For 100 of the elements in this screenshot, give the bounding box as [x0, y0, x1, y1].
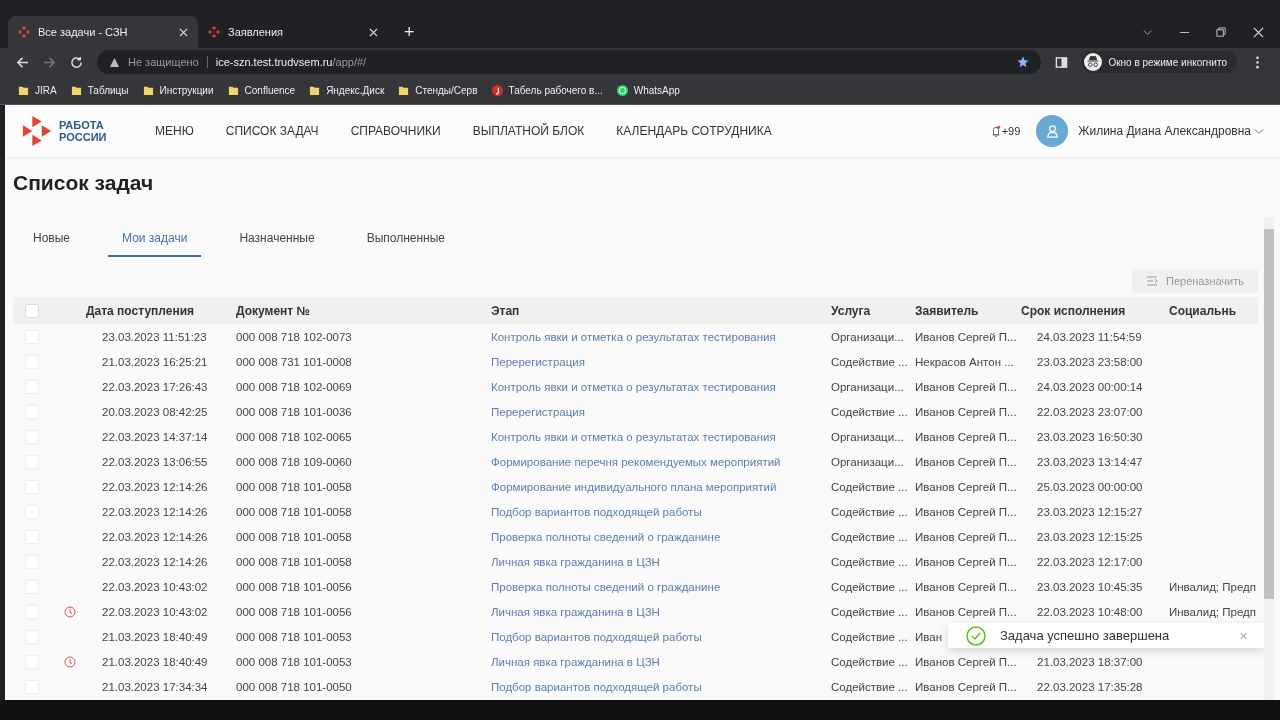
table-cell: Организаци...: [831, 430, 904, 443]
tab[interactable]: Новые: [19, 225, 84, 257]
user-menu[interactable]: Жилина Диана Александровна: [1078, 124, 1251, 138]
incognito-icon: [1084, 53, 1103, 71]
column-header[interactable]: Услуга: [831, 303, 915, 318]
stage-link[interactable]: Контроль явки и отметка о результатах тестирования: [491, 430, 776, 443]
column-header[interactable]: Документ №: [236, 303, 491, 318]
favicon-icon: [208, 26, 220, 38]
menu-item[interactable]: СПРАВОЧНИКИ: [350, 124, 441, 138]
table-cell: Иванов Сергей П...: [915, 580, 1017, 593]
stage-link[interactable]: Перерегистрация: [491, 355, 585, 368]
column-header[interactable]: Социальнь: [1169, 303, 1258, 318]
table-cell: 000 008 718 101-0058: [236, 555, 352, 568]
table-cell-text: 23.03.2023 11:51:23: [101, 330, 207, 343]
folder-icon: [398, 84, 410, 96]
stage-link[interactable]: Личная явка гражданина в ЦЗН: [491, 605, 660, 618]
stage-link[interactable]: Перерегистрация: [491, 405, 585, 418]
table-cell: Организаци...: [831, 380, 904, 393]
checkbox[interactable]: [25, 303, 39, 318]
menu-item[interactable]: ВЫПЛАТНОЙ БЛОК: [472, 124, 585, 138]
menu-item[interactable]: КАЛЕНДАРЬ СОТРУДНИКА: [616, 124, 772, 138]
bookmark[interactable]: JIRA: [18, 84, 57, 96]
folder-icon: [142, 84, 154, 96]
table-cell: 000 008 718 102-0073: [236, 330, 352, 343]
stage-link[interactable]: Формирование перечня рекомендуемых мероприятий: [491, 455, 781, 468]
table-cell: Иванов Сергей П...: [915, 405, 1017, 418]
restore-icon[interactable]: [1216, 26, 1227, 38]
table-cell: Инвалид; Предп: [1169, 580, 1256, 593]
table-cell-text: 22.03.2023 12:17:00: [1036, 555, 1143, 568]
incognito-button[interactable]: Окно в режиме инкогнито: [1082, 51, 1237, 73]
column-header[interactable]: Заявитель: [915, 303, 1021, 318]
scrollbar[interactable]: [1264, 217, 1274, 700]
table-cell: Иванов Сергей П...: [915, 655, 1017, 668]
table-cell: Организаци...: [831, 330, 904, 343]
table-cell: 000 008 718 101-0056: [236, 605, 352, 618]
star-icon[interactable]: [1017, 56, 1030, 68]
table-cell: 000 008 718 101-0056: [236, 580, 352, 593]
stage-link[interactable]: Контроль явки и отметка о результатах тестирования: [491, 330, 776, 343]
forward-icon[interactable]: [43, 55, 56, 69]
site-icon: [491, 84, 503, 96]
tab[interactable]: Выполненные: [352, 225, 460, 257]
table-cell-text: 23.03.2023 12:15:27: [1036, 505, 1143, 518]
table-cell: Иванов Сергей П...: [915, 680, 1017, 693]
bell-icon[interactable]: [990, 124, 1001, 138]
table-cell-text: 25.03.2023 00:00:00: [1036, 480, 1143, 493]
stage-link[interactable]: Подбор вариантов подходящей работы: [491, 680, 702, 693]
stage-link[interactable]: Проверка полноты сведений о гражданине: [491, 530, 721, 543]
table-cell-text: 23.03.2023 10:45:35: [1036, 580, 1143, 593]
bookmark[interactable]: WhatsApp: [616, 84, 680, 96]
menu-item[interactable]: МЕНЮ: [155, 124, 194, 138]
table-cell: Иванов Сергей П...: [915, 505, 1017, 518]
table-cell-text: 21.03.2023 18:37:00: [1036, 655, 1143, 668]
back-icon[interactable]: [16, 55, 29, 69]
table-cell-text: 23.03.2023 13:14:47: [1036, 455, 1143, 468]
table-cell-text: 22.03.2023 23:07:00: [1036, 405, 1143, 418]
close-icon[interactable]: [369, 27, 378, 37]
table-cell: Некрасов Антон ...: [915, 355, 1014, 368]
browser-tab[interactable]: Заявления: [198, 16, 388, 48]
browser-tab[interactable]: Все задачи - СЗН: [8, 16, 198, 48]
folder-icon: [309, 84, 321, 96]
close-icon[interactable]: [179, 27, 188, 37]
close-icon[interactable]: [1253, 26, 1264, 38]
bookmark[interactable]: Яндекс.Диск: [309, 84, 385, 96]
logo-text: РАБОТА: [59, 119, 105, 131]
folder-icon: [18, 84, 29, 96]
reload-icon[interactable]: [70, 55, 83, 69]
folder-icon: [70, 84, 82, 96]
address-field[interactable]: Не защищено ice-szn.test.trudvsem.ru/app/#/: [97, 50, 1042, 74]
table-cell: Содействие ...: [831, 405, 908, 418]
table-cell: Иванов Сергей П...: [915, 530, 1017, 543]
table-cell-text: 21.03.2023 18:40:49: [101, 630, 208, 643]
avatar[interactable]: [1036, 115, 1069, 147]
bookmark[interactable]: Confluence: [227, 84, 296, 96]
column-header[interactable]: Дата поступления: [86, 303, 236, 318]
bookmark[interactable]: Стенды/Серв: [398, 84, 478, 96]
column-header[interactable]: Срок исполнения: [1021, 303, 1169, 318]
folder-icon: [227, 84, 239, 96]
bookmark[interactable]: Таблицы: [70, 84, 129, 96]
table-cell-text: 22.03.2023 17:26:43: [101, 380, 208, 393]
bookmark[interactable]: Табель рабочего в...: [491, 84, 603, 96]
stage-link[interactable]: Личная явка гражданина в ЦЗН: [491, 655, 660, 668]
table-cell-text: 24.03.2023 11:54:59: [1036, 330, 1142, 343]
tab[interactable]: Назначенные: [225, 225, 329, 257]
table-cell: 000 008 718 102-0065: [236, 430, 352, 443]
stage-link[interactable]: Личная явка гражданина в ЦЗН: [491, 555, 660, 568]
bookmark[interactable]: Инструкции: [142, 84, 214, 96]
stage-link[interactable]: Подбор вариантов подходящей работы: [491, 505, 702, 518]
table-cell-text: 22.03.2023 10:43:02: [101, 605, 208, 618]
stage-link[interactable]: Подбор вариантов подходящей работы: [491, 630, 702, 643]
tab[interactable]: Мои задачи: [108, 225, 202, 257]
favicon-icon: [18, 26, 30, 38]
stage-link[interactable]: Проверка полноты сведений о гражданине: [491, 580, 721, 593]
stage-link[interactable]: Контроль явки и отметка о результатах тестирования: [491, 380, 776, 393]
new-tab-button[interactable]: +: [404, 16, 415, 48]
side-panel-icon[interactable]: [1055, 55, 1069, 69]
menu-item[interactable]: СПИСОК ЗАДАЧ: [225, 124, 319, 138]
table-cell: Содействие ...: [831, 630, 908, 643]
table-cell: Организаци...: [831, 455, 904, 468]
column-header[interactable]: Этап: [491, 303, 831, 318]
stage-link[interactable]: Формирование индивидуального плана мероприятий: [491, 480, 777, 493]
